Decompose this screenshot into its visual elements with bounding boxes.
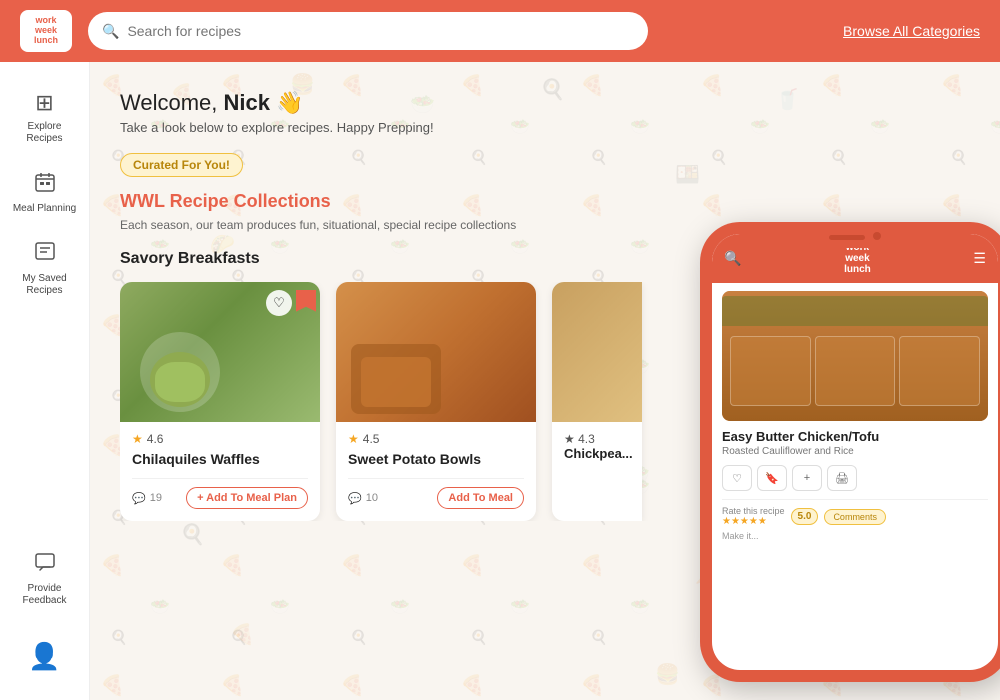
phone-outer: 🔍 workweeklunch ☰: [700, 222, 1000, 682]
phone-search-icon: 🔍: [724, 250, 741, 267]
recipe-card-chilaquiles: ♡ ★ 4.6 Chilaquiles Waffles 💬 19: [120, 282, 320, 521]
recipe-image-chilaquiles: ♡: [120, 282, 320, 422]
sidebar-item-feedback[interactable]: Provide Feedback: [7, 543, 83, 615]
welcome-name: Nick: [224, 90, 270, 115]
phone-body: Easy Butter Chicken/Tofu Roasted Caulifl…: [712, 283, 998, 670]
welcome-prefix: Welcome,: [120, 90, 224, 115]
phone-action-buttons: ♡ 🔖 + 🖨: [722, 465, 988, 491]
app-header: workweeklunch 🔍 Browse All Categories: [0, 0, 1000, 62]
welcome-emoji: 👋: [276, 90, 303, 115]
sidebar-item-explore[interactable]: ⊞ Explore Recipes: [7, 82, 83, 153]
main-content: 🍕 🍔 🥗 🍳 🥤 🥕 🍱 🌮 🥙 🍜 🥚 🥗 🍳 🥕 🍕 🍔 Welcome,…: [90, 62, 1000, 700]
phone-menu-icon: ☰: [973, 250, 986, 267]
phone-food-image: [722, 291, 988, 421]
search-input[interactable]: [127, 23, 634, 39]
rating-value-2: 4.5: [363, 432, 380, 446]
sidebar-label-feedback: Provide Feedback: [13, 583, 77, 607]
phone-notch: [805, 222, 905, 248]
recipe-footer-2: 💬 10 Add To Meal: [348, 478, 524, 509]
comment-icon-2: 💬: [348, 492, 362, 505]
phone-recipe-title: Easy Butter Chicken/Tofu: [722, 429, 988, 444]
phone-comments-btn[interactable]: Comments: [824, 509, 886, 525]
sidebar-label-meal-planning: Meal Planning: [13, 203, 76, 215]
logo-text: workweeklunch: [34, 16, 58, 46]
sidebar: ⊞ Explore Recipes Meal Planning My Saved…: [0, 62, 90, 700]
food-image-2: [336, 282, 536, 422]
container-2: [815, 336, 896, 406]
search-bar[interactable]: 🔍: [88, 12, 648, 50]
herb-overlay: [722, 296, 988, 326]
phone-screen: 🔍 workweeklunch ☰: [712, 234, 998, 670]
phone-stars: ★★★★★: [722, 516, 785, 527]
star-icon-2: ★: [348, 432, 359, 446]
phone-speaker: [829, 235, 865, 240]
container-1: [730, 336, 811, 406]
browse-all-link[interactable]: Browse All Categories: [843, 23, 980, 39]
phone-score-badge: 5.0: [791, 508, 819, 525]
recipe-body-partial: ★ 4.3 Chickpea...: [552, 422, 642, 471]
phone-rating-row: Rate this recipe ★★★★★ 5.0 Comments: [722, 499, 988, 527]
welcome-subtitle: Take a look below to explore recipes. Ha…: [120, 120, 970, 135]
rating-2: ★ 4.5: [348, 432, 524, 446]
heart-button-1[interactable]: ♡: [266, 290, 292, 316]
comment-icon-1: 💬: [132, 492, 146, 505]
curated-badge: Curated For You!: [120, 153, 243, 177]
recipe-body-1: ★ 4.6 Chilaquiles Waffles 💬 19 + Add To …: [120, 422, 320, 521]
comment-count-2: 💬 10: [348, 492, 378, 505]
recipe-footer-1: 💬 19 + Add To Meal Plan: [132, 478, 308, 509]
recipe-name-2: Sweet Potato Bowls: [348, 450, 524, 468]
recipe-body-2: ★ 4.5 Sweet Potato Bowls 💬 10 Add To Mea…: [336, 422, 536, 521]
container-3: [899, 336, 980, 406]
meal-planning-icon: [34, 171, 56, 198]
comment-num-1: 19: [150, 492, 162, 504]
sidebar-item-meal-planning[interactable]: Meal Planning: [7, 163, 83, 223]
sidebar-item-saved[interactable]: My Saved Recipes: [7, 233, 83, 305]
feedback-icon: [34, 551, 56, 578]
rating-1: ★ 4.6: [132, 432, 308, 446]
phone-heart-btn[interactable]: ♡: [722, 465, 752, 491]
recipe-card-sweet-potato: ★ 4.5 Sweet Potato Bowls 💬 10 Add To Mea…: [336, 282, 536, 521]
rating-partial: ★ 4.3: [564, 432, 630, 446]
phone-add-btn[interactable]: +: [792, 465, 822, 491]
app-logo: workweeklunch: [20, 10, 72, 52]
collection-title: WWL Recipe Collections: [120, 191, 970, 212]
rating-value-1: 4.6: [147, 432, 164, 446]
sidebar-item-user[interactable]: 👤: [7, 633, 83, 680]
phone-rating-label: Rate this recipe: [722, 506, 785, 516]
phone-make-label: Make it...: [722, 531, 988, 541]
main-layout: ⊞ Explore Recipes Meal Planning My Saved…: [0, 62, 1000, 700]
explore-icon: ⊞: [35, 90, 53, 116]
search-icon: 🔍: [102, 23, 119, 40]
meal-containers: [722, 321, 988, 421]
comment-num-2: 10: [366, 492, 378, 504]
recipe-name-1: Chilaquiles Waffles: [132, 450, 308, 468]
add-to-meal-btn-2[interactable]: Add To Meal: [437, 487, 524, 509]
recipe-card-partial: ★ 4.3 Chickpea...: [552, 282, 642, 521]
phone-print-btn[interactable]: 🖨: [827, 465, 857, 491]
recipe-image-sweet-potato: [336, 282, 536, 422]
recipe-name-partial: Chickpea...: [564, 446, 630, 461]
saved-icon: [34, 241, 56, 268]
user-avatar-icon: 👤: [28, 641, 60, 672]
phone-bookmark-btn[interactable]: 🔖: [757, 465, 787, 491]
sidebar-label-saved: My Saved Recipes: [13, 273, 77, 297]
comment-count-1: 💬 19: [132, 492, 162, 505]
add-to-meal-btn-1[interactable]: + Add To Meal Plan: [186, 487, 308, 509]
sidebar-label-explore: Explore Recipes: [13, 121, 77, 145]
welcome-heading: Welcome, Nick 👋: [120, 90, 970, 116]
phone-mockup: 🔍 workweeklunch ☰: [700, 222, 1000, 682]
phone-camera: [873, 232, 881, 240]
star-icon-1: ★: [132, 432, 143, 446]
phone-recipe-image: [722, 291, 988, 421]
food-image-3: [552, 282, 642, 422]
phone-recipe-subtitle: Roasted Cauliflower and Rice: [722, 446, 988, 457]
